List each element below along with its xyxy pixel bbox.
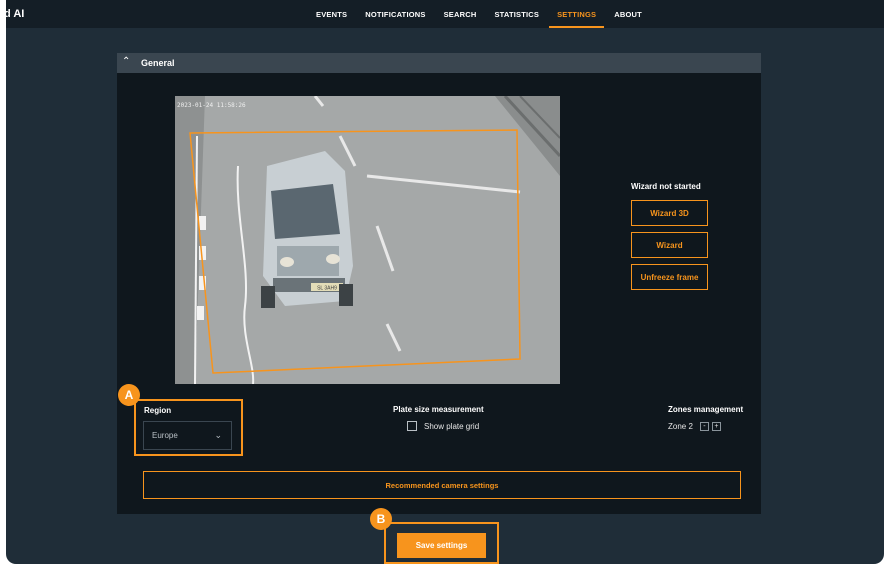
region-select[interactable]: Europe ⌄: [143, 421, 232, 450]
show-plate-grid-checkbox[interactable]: [407, 421, 417, 431]
app-window: d AI EVENTS NOTIFICATIONS SEARCH STATIST…: [6, 0, 884, 564]
van-shape: SL 3AH9: [261, 151, 353, 308]
plate-size-label: Plate size measurement: [393, 405, 484, 414]
brand-logo-text: d AI: [6, 8, 25, 20]
section-title: General: [141, 58, 175, 68]
camera-frame-image: SL 3AH9: [175, 96, 560, 384]
unfreeze-frame-button[interactable]: Unfreeze frame: [631, 264, 708, 290]
zone-increment-button[interactable]: +: [711, 422, 721, 431]
nav-notifications[interactable]: NOTIFICATIONS: [365, 0, 425, 28]
chevron-up-icon[interactable]: ⌃: [122, 56, 130, 67]
show-plate-grid-label[interactable]: Show plate grid: [424, 422, 479, 431]
zone-name: Zone 2: [668, 422, 693, 431]
nav-statistics[interactable]: STATISTICS: [494, 0, 539, 28]
section-header-general[interactable]: ⌃ General: [117, 53, 761, 73]
camera-timestamp: 2023-01-24 11:58:26: [177, 102, 246, 109]
zones-management-label: Zones management: [668, 405, 744, 414]
nav-settings[interactable]: SETTINGS: [549, 0, 605, 28]
show-plate-grid-row[interactable]: Show plate grid: [407, 421, 479, 431]
main-nav: EVENTS NOTIFICATIONS SEARCH STATISTICS S…: [316, 0, 642, 28]
callout-b-badge: B: [370, 508, 392, 530]
wizard-3d-button[interactable]: Wizard 3D: [631, 200, 708, 226]
nav-about[interactable]: ABOUT: [614, 0, 642, 28]
region-label: Region: [144, 406, 172, 415]
region-selected-value: Europe: [152, 431, 178, 440]
license-plate-text: SL 3AH9: [317, 286, 337, 292]
callout-a-badge: A: [118, 384, 140, 406]
top-navigation-bar: d AI EVENTS NOTIFICATIONS SEARCH STATIST…: [6, 0, 884, 28]
chevron-down-icon: ⌄: [214, 430, 222, 440]
camera-preview[interactable]: SL 3AH9 2023-01-24 11:58:26: [175, 96, 560, 384]
recommended-camera-settings-button[interactable]: Recommended camera settings: [143, 471, 741, 499]
wizard-status-text: Wizard not started: [631, 182, 701, 191]
zone-row: Zone 2 - +: [668, 422, 721, 431]
nav-events[interactable]: EVENTS: [316, 0, 347, 28]
save-settings-button[interactable]: Save settings: [397, 533, 486, 558]
wizard-button[interactable]: Wizard: [631, 232, 708, 258]
zone-decrement-button[interactable]: -: [699, 422, 709, 431]
nav-search[interactable]: SEARCH: [444, 0, 477, 28]
